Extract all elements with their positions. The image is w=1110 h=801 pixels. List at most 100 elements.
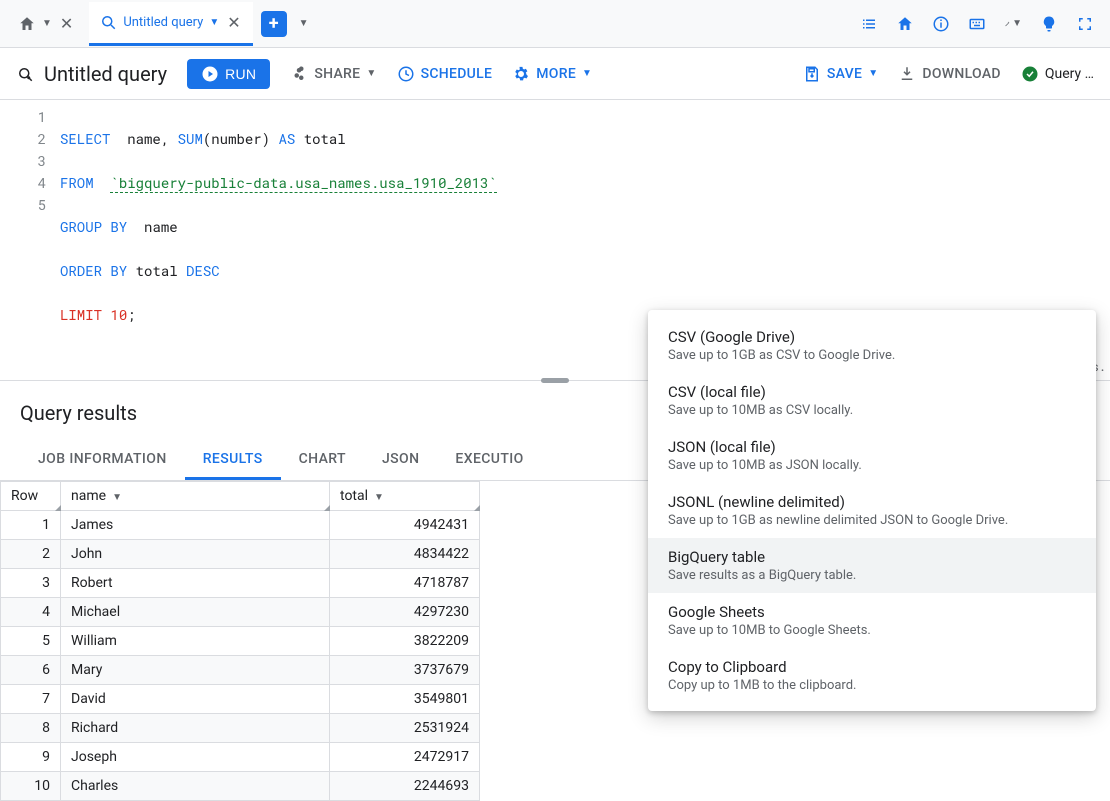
cell-total: 3822209	[330, 627, 480, 656]
menu-item-csv-local-file[interactable]: CSV (local file) Save up to 10MB as CSV …	[648, 373, 1096, 428]
col-row[interactable]: Row	[1, 482, 61, 511]
share-button[interactable]: SHARE ▼	[290, 65, 376, 83]
table-row[interactable]: 4 Michael 4297230	[1, 598, 480, 627]
close-icon[interactable]: ✕	[58, 12, 75, 35]
query-title-area: Untitled query	[16, 62, 167, 86]
cell-name: Mary	[61, 656, 330, 685]
toolbar-icons: ▼	[860, 15, 1102, 33]
cell-name: James	[61, 511, 330, 540]
keyboard-icon[interactable]	[968, 15, 986, 33]
tab-json[interactable]: JSON	[364, 441, 437, 480]
close-icon[interactable]: ✕	[225, 11, 242, 34]
cell-total: 4942431	[330, 511, 480, 540]
cell-total: 4297230	[330, 598, 480, 627]
share-label: SHARE	[314, 66, 360, 82]
sort-icon: ▼	[112, 492, 122, 503]
tab-execution[interactable]: EXECUTIO	[437, 441, 541, 480]
run-button[interactable]: RUN	[187, 59, 270, 89]
table-row[interactable]: 7 David 3549801	[1, 685, 480, 714]
cell-row: 8	[1, 714, 61, 743]
col-total[interactable]: total▼	[330, 482, 480, 511]
tab-job-information[interactable]: JOB INFORMATION	[20, 441, 185, 480]
sort-icon: ▼	[374, 492, 384, 503]
lightbulb-icon[interactable]	[1040, 15, 1058, 33]
menu-item-title: JSONL (newline delimited)	[668, 493, 1076, 511]
menu-item-subtitle: Save up to 10MB to Google Sheets.	[668, 623, 1076, 638]
menu-item-copy-to-clipboard[interactable]: Copy to Clipboard Copy up to 1MB to the …	[648, 648, 1096, 703]
cell-row: 4	[1, 598, 61, 627]
run-label: RUN	[225, 66, 256, 82]
save-button[interactable]: SAVE ▼	[803, 65, 879, 83]
menu-item-title: Copy to Clipboard	[668, 658, 1076, 676]
annotation-arrow	[576, 582, 594, 600]
query-status: Query …	[1021, 65, 1094, 83]
menu-item-jsonl-newline-delimited[interactable]: JSONL (newline delimited) Save up to 1GB…	[648, 483, 1096, 538]
table-row[interactable]: 1 James 4942431	[1, 511, 480, 540]
line-gutter: 12345	[0, 106, 60, 370]
schedule-button[interactable]: SCHEDULE	[397, 65, 493, 83]
fullscreen-icon[interactable]	[1076, 15, 1094, 33]
menu-item-title: Google Sheets	[668, 603, 1076, 621]
menu-item-bigquery-table[interactable]: BigQuery table Save results as a BigQuer…	[648, 538, 1096, 593]
table-row[interactable]: 6 Mary 3737679	[1, 656, 480, 685]
home-icon[interactable]	[896, 15, 914, 33]
table-row[interactable]: 9 Joseph 2472917	[1, 743, 480, 772]
new-tab-button[interactable]: +	[261, 11, 287, 37]
menu-item-title: BigQuery table	[668, 548, 1076, 566]
list-icon[interactable]	[860, 15, 878, 33]
download-button[interactable]: DOWNLOAD	[898, 65, 1001, 83]
chevron-down-icon: ▼	[42, 18, 52, 29]
cell-name: Robert	[61, 569, 330, 598]
drag-handle[interactable]	[541, 378, 569, 383]
table-row[interactable]: 3 Robert 4718787	[1, 569, 480, 598]
menu-item-subtitle: Save up to 1GB as CSV to Google Drive.	[668, 348, 1076, 363]
col-name[interactable]: name▼	[61, 482, 330, 511]
save-label: SAVE	[827, 66, 862, 82]
results-title: Query results	[20, 401, 716, 425]
cell-total: 2472917	[330, 743, 480, 772]
table-row[interactable]: 5 William 3822209	[1, 627, 480, 656]
cell-total: 4718787	[330, 569, 480, 598]
page-title: Untitled query	[44, 62, 167, 86]
query-icon	[16, 65, 34, 83]
results-table: Row name▼ total▼ 1 James 49424312 John 4…	[0, 481, 480, 801]
table-row[interactable]: 10 Charles 2244693	[1, 772, 480, 801]
menu-item-subtitle: Save up to 1GB as newline delimited JSON…	[668, 513, 1076, 528]
menu-item-google-sheets[interactable]: Google Sheets Save up to 10MB to Google …	[648, 593, 1096, 648]
tab-untitled-query[interactable]: Untitled query ▼ ✕	[89, 2, 252, 46]
status-text: Query …	[1045, 66, 1094, 82]
home-icon	[18, 15, 36, 33]
cell-name: David	[61, 685, 330, 714]
menu-item-title: CSV (local file)	[668, 383, 1076, 401]
download-label: DOWNLOAD	[922, 66, 1001, 82]
tab-home[interactable]: ▼ ✕	[8, 2, 85, 46]
menu-item-subtitle: Save results as a BigQuery table.	[668, 568, 1076, 583]
menu-item-subtitle: Copy up to 1MB to the clipboard.	[668, 678, 1076, 693]
tab-bar: ▼ ✕ Untitled query ▼ ✕ + ▼ ▼	[0, 0, 1110, 48]
chevron-down-icon[interactable]: ▼	[209, 17, 219, 28]
more-button[interactable]: MORE ▼	[512, 65, 592, 83]
tab-chart[interactable]: CHART	[281, 441, 364, 480]
chevron-down-icon[interactable]: ▼	[299, 18, 309, 29]
cell-name: Charles	[61, 772, 330, 801]
cell-row: 9	[1, 743, 61, 772]
save-results-menu: CSV (Google Drive) Save up to 1GB as CSV…	[648, 310, 1096, 711]
cell-row: 2	[1, 540, 61, 569]
query-icon	[99, 13, 117, 31]
wand-icon[interactable]: ▼	[1004, 15, 1022, 33]
tab-results[interactable]: RESULTS	[185, 441, 281, 480]
more-label: MORE	[536, 66, 576, 82]
menu-item-title: CSV (Google Drive)	[668, 328, 1076, 346]
schedule-label: SCHEDULE	[421, 66, 493, 82]
menu-item-subtitle: Save up to 10MB as JSON locally.	[668, 458, 1076, 473]
cell-name: Richard	[61, 714, 330, 743]
menu-item-json-local-file[interactable]: JSON (local file) Save up to 10MB as JSO…	[648, 428, 1096, 483]
cell-row: 5	[1, 627, 61, 656]
cell-name: John	[61, 540, 330, 569]
menu-item-csv-google-drive[interactable]: CSV (Google Drive) Save up to 1GB as CSV…	[648, 318, 1096, 373]
cell-name: William	[61, 627, 330, 656]
cell-name: Joseph	[61, 743, 330, 772]
table-row[interactable]: 2 John 4834422	[1, 540, 480, 569]
table-row[interactable]: 8 Richard 2531924	[1, 714, 480, 743]
info-icon[interactable]	[932, 15, 950, 33]
